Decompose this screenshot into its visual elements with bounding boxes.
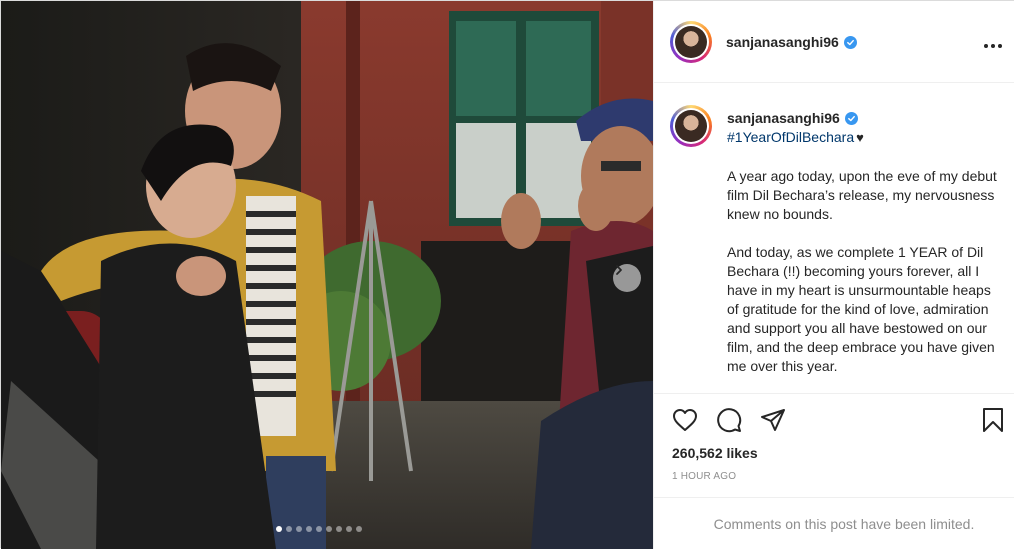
save-button[interactable] bbox=[982, 407, 1004, 438]
carousel-dot bbox=[326, 526, 332, 532]
post-timestamp[interactable]: 1 HOUR AGO bbox=[672, 471, 736, 482]
carousel-dot bbox=[306, 526, 312, 532]
share-icon bbox=[761, 409, 785, 431]
caption-avatar[interactable] bbox=[670, 105, 712, 147]
heart-icon bbox=[673, 409, 697, 431]
more-options-button[interactable] bbox=[984, 35, 1005, 53]
share-button[interactable] bbox=[760, 408, 786, 437]
carousel-dot bbox=[356, 526, 362, 532]
carousel-indicator bbox=[276, 526, 362, 532]
caption-paragraph: And today, as we complete 1 YEAR of Dil … bbox=[727, 244, 995, 374]
caption-username[interactable]: sanjanasanghi96 bbox=[727, 110, 858, 126]
post-details-panel: sanjanasanghi96 sanjanasanghi96 #1YearOf… bbox=[653, 1, 1014, 549]
next-slide-button[interactable] bbox=[613, 264, 641, 292]
like-button[interactable] bbox=[672, 408, 698, 437]
heart-emoji: ♥ bbox=[856, 130, 864, 145]
verified-badge-icon bbox=[844, 111, 858, 125]
carousel-dot bbox=[296, 526, 302, 532]
post-actions: 260,562 likes 1 HOUR AGO bbox=[654, 393, 1014, 497]
carousel-dot bbox=[336, 526, 342, 532]
profile-picture bbox=[675, 26, 707, 58]
carousel-dot bbox=[286, 526, 292, 532]
username-text: sanjanasanghi96 bbox=[726, 34, 839, 50]
hashtag-link[interactable]: #1YearOfDilBechara ♥ bbox=[727, 129, 864, 145]
more-options-icon bbox=[984, 44, 988, 48]
caption-paragraph: A year ago today, upon the eve of my deb… bbox=[727, 168, 997, 222]
comment-icon bbox=[717, 408, 742, 433]
post-photo[interactable] bbox=[1, 1, 653, 549]
likes-count[interactable]: 260,562 likes bbox=[672, 445, 758, 461]
carousel-dot bbox=[346, 526, 352, 532]
avatar[interactable] bbox=[670, 21, 712, 63]
carousel-dot bbox=[276, 526, 282, 532]
bookmark-icon bbox=[983, 408, 1003, 432]
username-text: sanjanasanghi96 bbox=[727, 110, 840, 126]
chevron-right-icon bbox=[616, 265, 622, 275]
film-set-photo bbox=[1, 1, 653, 549]
post-header: sanjanasanghi96 bbox=[654, 1, 1014, 83]
comment-button[interactable] bbox=[716, 407, 742, 438]
instagram-post-modal: sanjanasanghi96 sanjanasanghi96 #1YearOf… bbox=[0, 0, 1014, 549]
caption-section[interactable]: sanjanasanghi96 #1YearOfDilBechara ♥ A ye… bbox=[654, 83, 1014, 393]
caption-text: A year ago today, upon the eve of my deb… bbox=[727, 167, 999, 393]
header-username[interactable]: sanjanasanghi96 bbox=[726, 34, 857, 50]
carousel-dot bbox=[316, 526, 322, 532]
profile-picture bbox=[675, 110, 707, 142]
verified-badge-icon bbox=[843, 35, 857, 49]
comments-limited-notice: Comments on this post have been limited. bbox=[654, 497, 1014, 549]
hashtag-text[interactable]: #1YearOfDilBechara bbox=[727, 129, 854, 145]
